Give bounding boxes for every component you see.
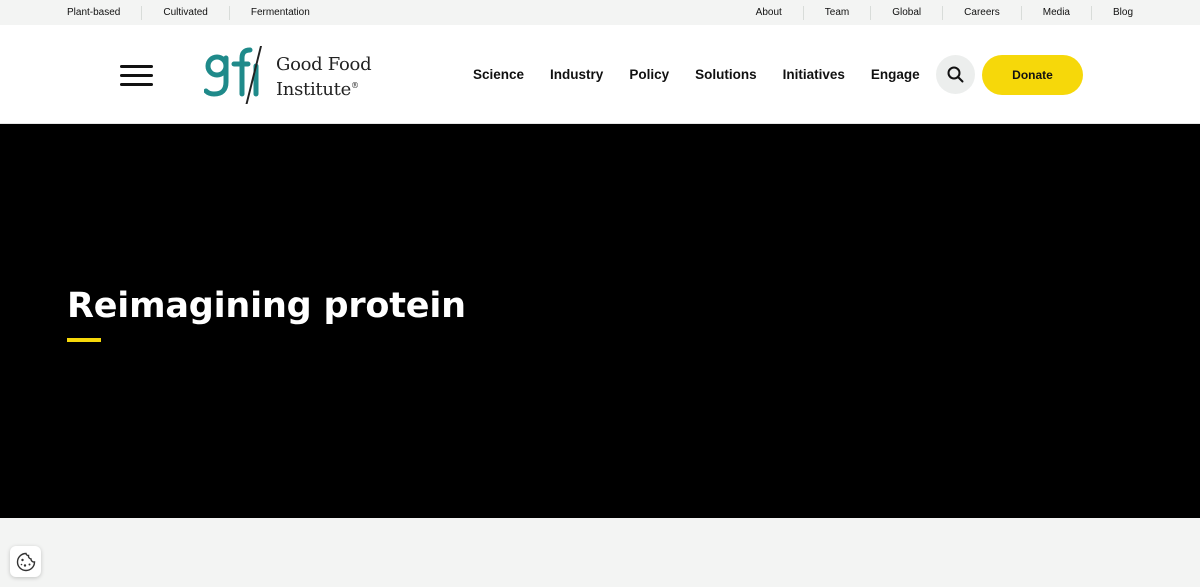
logo-line-1: Good Food [276, 54, 372, 75]
donate-button[interactable]: Donate [982, 55, 1083, 95]
utility-bar: Plant-based Cultivated Fermentation Abou… [0, 0, 1200, 25]
primary-nav: Science Industry Policy Solutions Initia… [460, 25, 933, 124]
utility-link-global[interactable]: Global [870, 5, 942, 20]
utility-nav-right: About Team Global Careers Media Blog [735, 0, 1154, 25]
search-button[interactable] [936, 55, 975, 94]
utility-link-plant-based[interactable]: Plant-based [46, 6, 141, 20]
hero-title-underline [67, 338, 101, 342]
utility-link-fermentation[interactable]: Fermentation [228, 5, 331, 20]
logo-wordmark: Good Food Institute® [276, 54, 372, 100]
cookie-icon [16, 552, 35, 571]
hero-title: Reimagining protein [67, 286, 466, 326]
nav-industry[interactable]: Industry [537, 67, 616, 82]
main-header: Good Food Institute® Science Industry Po… [0, 25, 1200, 124]
utility-link-about[interactable]: About [735, 6, 803, 20]
page-footer-strip [0, 518, 1200, 587]
utility-link-media[interactable]: Media [1020, 5, 1091, 20]
nav-science[interactable]: Science [460, 67, 537, 82]
utility-link-blog[interactable]: Blog [1090, 5, 1154, 20]
hamburger-menu-icon[interactable] [120, 65, 154, 87]
gfi-logo[interactable]: Good Food Institute® [204, 44, 379, 106]
utility-link-careers[interactable]: Careers [942, 5, 1021, 20]
logo-line-2: Institute® [276, 79, 359, 100]
hero-section: Reimagining protein [0, 124, 1200, 518]
search-icon [947, 66, 964, 83]
nav-policy[interactable]: Policy [616, 67, 682, 82]
nav-engage[interactable]: Engage [858, 67, 933, 82]
nav-initiatives[interactable]: Initiatives [770, 67, 858, 82]
utility-nav-left: Plant-based Cultivated Fermentation [46, 0, 331, 25]
nav-solutions[interactable]: Solutions [682, 67, 770, 82]
cookie-settings-button[interactable] [10, 546, 41, 577]
utility-link-team[interactable]: Team [802, 5, 870, 20]
utility-link-cultivated[interactable]: Cultivated [141, 5, 228, 20]
